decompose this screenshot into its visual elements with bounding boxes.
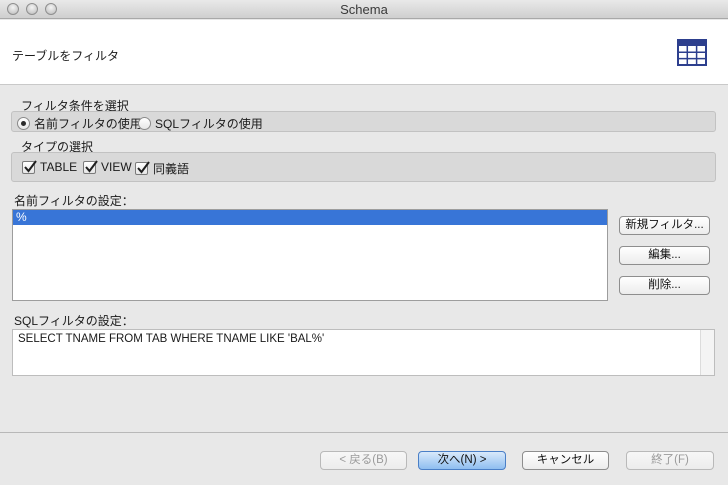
sql-scrollbar[interactable] <box>700 330 714 375</box>
cancel-button[interactable]: キャンセル <box>522 451 609 470</box>
sql-filter-label: SQLフィルタの設定： <box>14 314 134 328</box>
edit-filter-button[interactable]: 編集... <box>619 246 710 265</box>
new-filter-button[interactable]: 新規フィルタ... <box>619 216 710 235</box>
view-checkbox-label: VIEW <box>101 160 132 174</box>
synonym-checkbox[interactable]: 同義語 <box>135 160 189 177</box>
checkmark-icon <box>83 159 98 174</box>
wizard-header: テーブルをフィルタ <box>0 20 728 85</box>
table-checkbox[interactable]: TABLE <box>22 159 78 174</box>
checkmark-icon <box>135 161 150 175</box>
sql-filter-text: SELECT TNAME FROM TAB WHERE TNAME LIKE '… <box>18 333 325 345</box>
window-title: Schema <box>340 2 388 17</box>
name-filter-label: 名前フィルタの設定： <box>14 194 134 208</box>
list-item[interactable]: % <box>13 210 607 225</box>
name-filter-radio-label: 名前フィルタの使用 <box>34 117 142 131</box>
radio-selected-icon <box>17 117 30 130</box>
filter-condition-group: 名前フィルタの使用 SQLフィルタの使用 <box>11 111 716 132</box>
page-title: テーブルをフィルタ <box>12 49 120 63</box>
type-selection-group: TABLE VIEW 同義語 <box>11 152 716 182</box>
name-filter-radio[interactable]: 名前フィルタの使用 <box>17 115 142 132</box>
title-bar: Schema <box>0 0 728 19</box>
back-button[interactable]: < 戻る(B) <box>320 451 407 470</box>
synonym-checkbox-label: 同義語 <box>153 162 190 176</box>
sql-filter-radio[interactable]: SQLフィルタの使用 <box>138 115 263 132</box>
radio-unselected-icon <box>138 117 151 130</box>
table-grid-icon <box>677 39 707 66</box>
finish-button[interactable]: 終了(F) <box>626 451 714 470</box>
table-checkbox-label: TABLE <box>40 160 78 174</box>
delete-filter-button[interactable]: 削除... <box>619 276 710 295</box>
checkmark-icon <box>22 159 37 174</box>
name-filter-list[interactable]: % <box>12 209 608 301</box>
next-button[interactable]: 次へ(N) > <box>418 451 506 470</box>
view-checkbox[interactable]: VIEW <box>83 159 132 174</box>
sql-filter-textarea[interactable]: SELECT TNAME FROM TAB WHERE TNAME LIKE '… <box>12 329 715 376</box>
sql-filter-radio-label: SQLフィルタの使用 <box>155 117 263 131</box>
